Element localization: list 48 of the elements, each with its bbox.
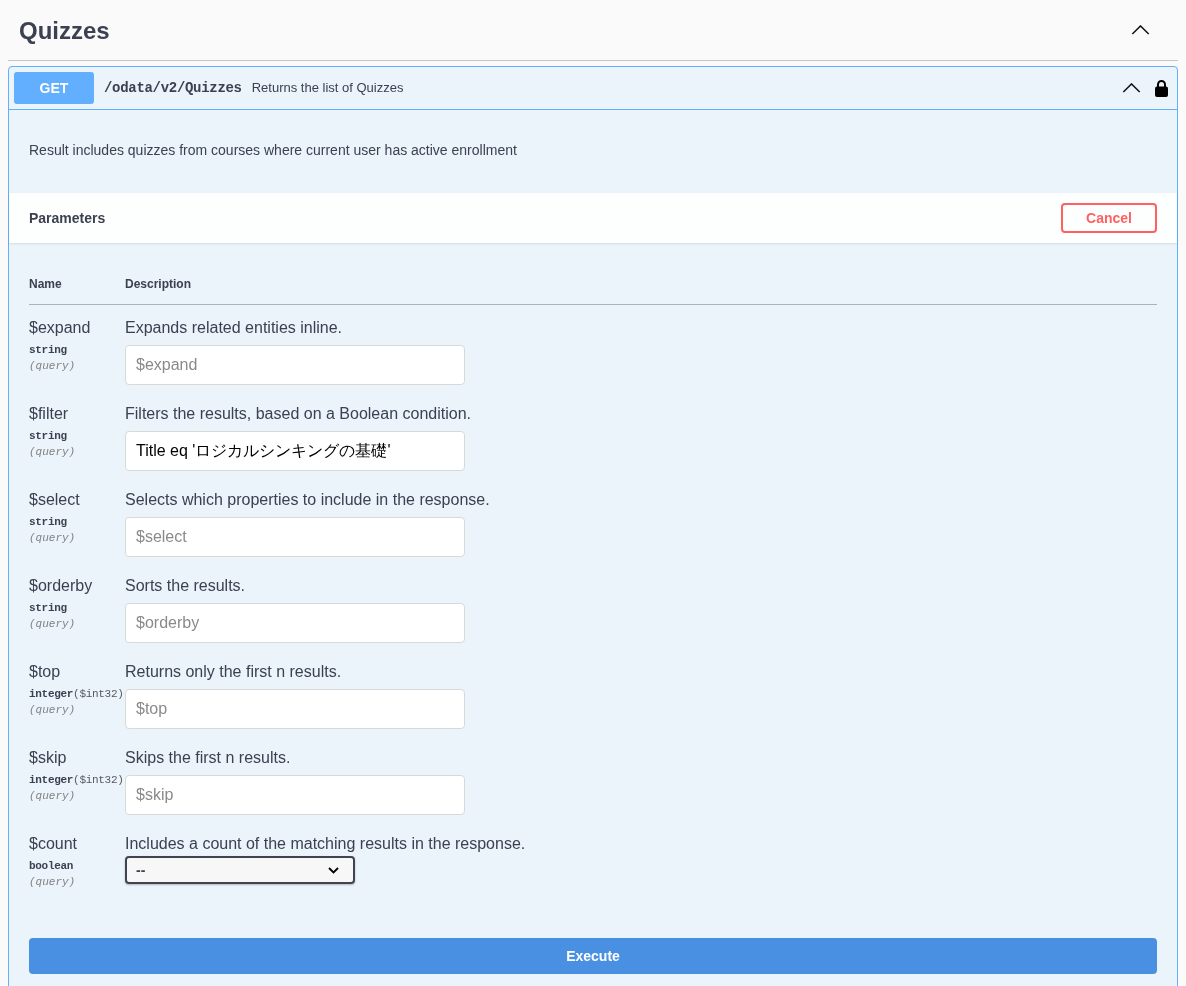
parameter-location: (query) — [29, 617, 76, 632]
parameter-location: (query) — [29, 789, 76, 804]
parameter-name: $skip — [29, 748, 68, 768]
parameter-input[interactable]: $select — [125, 517, 465, 557]
parameter-name: $select — [29, 490, 81, 510]
parameter-location: (query) — [29, 359, 76, 374]
parameter-name: $filter — [29, 404, 70, 424]
parameter-name: $expand — [29, 318, 92, 338]
parameter-select[interactable]: -- — [125, 856, 355, 884]
chevron-down-icon — [328, 866, 339, 874]
parameter-location: (query) — [29, 875, 76, 890]
parameter-location: (query) — [29, 531, 76, 546]
parameter-description: Filters the results, based on a Boolean condition. — [125, 404, 471, 424]
parameter-location: (query) — [29, 445, 76, 460]
parameter-description: Returns only the first n results. — [125, 662, 342, 682]
parameter-input[interactable]: $orderby — [125, 603, 465, 643]
parameter-name: $top — [29, 662, 62, 682]
method-badge: GET — [14, 72, 94, 104]
parameter-input[interactable]: $expand — [125, 345, 465, 385]
parameter-name: $count — [29, 834, 79, 854]
parameter-input[interactable]: $top — [125, 689, 465, 729]
chevron-up-icon[interactable] — [1131, 25, 1150, 35]
parameter-type: string — [29, 429, 68, 444]
parameter-type: string — [29, 601, 68, 616]
parameter-type: integer($int32) — [29, 687, 125, 702]
column-header: Name — [29, 276, 63, 292]
chevron-up-icon[interactable] — [1122, 83, 1141, 93]
operation-summary[interactable]: GET /odata/v2/Quizzes Returns the list of Quizzes — [9, 67, 1177, 110]
parameter-type: string — [29, 343, 68, 358]
parameter-type: string — [29, 515, 68, 530]
parameter-input[interactable]: Title eq 'ロジカルシンキングの基礎' — [125, 431, 465, 471]
parameter-input[interactable]: $skip — [125, 775, 465, 815]
lock-icon[interactable] — [1155, 79, 1168, 97]
parameters-heading: Parameters — [29, 208, 106, 228]
operation-summary-text: Returns the list of Quizzes — [251, 79, 404, 98]
parameter-location: (query) — [29, 703, 76, 718]
parameter-description: Includes a count of the matching results in the response. — [125, 834, 526, 854]
parameter-description: Expands related entities inline. — [125, 318, 343, 338]
operation-path: /odata/v2/Quizzes — [104, 78, 242, 98]
section-title[interactable]: Quizzes — [19, 14, 110, 46]
parameter-type: boolean — [29, 859, 75, 874]
parameter-description: Selects which properties to include in the response. — [125, 490, 490, 510]
column-header: Description — [125, 276, 191, 292]
parameter-type: integer($int32) — [29, 773, 125, 788]
operation-description: Result includes quizzes from courses where current user has active enrollment — [29, 141, 518, 160]
parameter-description: Sorts the results. — [125, 576, 246, 596]
parameter-name: $orderby — [29, 576, 94, 596]
parameter-description: Skips the first n results. — [125, 748, 291, 768]
